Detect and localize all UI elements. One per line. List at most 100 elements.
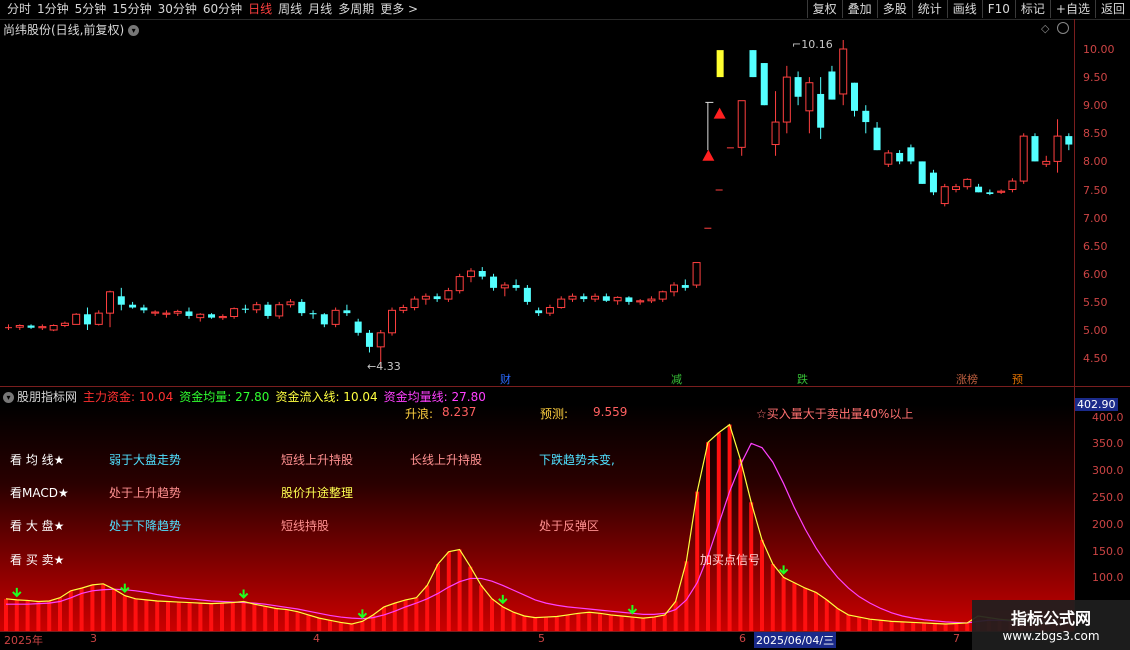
y-axis-line (1074, 19, 1075, 631)
candle-body (320, 314, 328, 325)
buy-signal-text: 加买点信号 (700, 553, 761, 567)
toolbar-button-7[interactable]: +自选 (1049, 0, 1095, 18)
indicator-bar (770, 563, 775, 631)
candle-body (805, 82, 814, 112)
toolbar-button-1[interactable]: 叠加 (841, 0, 877, 18)
candle-body (896, 152, 904, 162)
candlestick-chart[interactable] (0, 20, 1074, 386)
candle-body (444, 290, 453, 300)
indicator-bar (338, 622, 343, 631)
indicator-bar (112, 589, 116, 631)
indicator-bar (554, 616, 559, 631)
indicator-bar (598, 613, 602, 631)
toolbar-button-8[interactable]: 返回 (1094, 0, 1130, 18)
candle-body (647, 298, 656, 302)
indicator-bar (922, 622, 926, 631)
indicator-bar (652, 617, 656, 631)
toolbar-button-0[interactable]: 复权 (806, 0, 842, 18)
period-tab-1[interactable]: 1分钟 (34, 1, 72, 18)
candle-body (670, 284, 679, 293)
period-tab-6[interactable]: 日线 (245, 1, 275, 18)
indicator-name[interactable]: 股朋指标网 (17, 390, 77, 404)
indicator-axis-label: 200.0 (1092, 517, 1124, 531)
top-toolbar: 分时 1分钟 5分钟 15分钟 30分钟 60分钟 日线 周线 月线 多周期 更多 > 复权 叠加 多股… (0, 0, 1130, 20)
indicator-bar (619, 615, 624, 631)
period-tabs: 分时 1分钟 5分钟 15分钟 30分钟 60分钟 日线 周线 月线 多周期 更多 > (4, 1, 421, 18)
watermark: 指标公式网 www.zbgs3.com (972, 600, 1130, 650)
period-tab-8[interactable]: 月线 (305, 1, 335, 18)
candle-body (129, 304, 137, 308)
indicator-bar (446, 551, 451, 631)
low-price-annotation: ←4.33 (367, 360, 401, 373)
shenglang-label: 升浪: (405, 407, 434, 421)
indicator-bar (684, 561, 689, 631)
price-axis-label: 10.00 (1083, 43, 1115, 56)
indicator-bar (846, 614, 851, 631)
candle-body (1065, 136, 1073, 145)
indicator-bar (835, 608, 840, 631)
toolbar-button-4[interactable]: 画线 (946, 0, 982, 18)
low-price-value: 4.33 (376, 360, 401, 373)
indicator-bar (814, 592, 818, 631)
candle-body (568, 295, 577, 300)
candle-body (60, 322, 69, 327)
candle-body (771, 121, 780, 146)
period-tab-5[interactable]: 60分钟 (200, 1, 245, 18)
candle-body (636, 300, 645, 303)
chevron-down-icon[interactable]: ▾ (3, 392, 14, 403)
toolbar-button-3[interactable]: 统计 (911, 0, 947, 18)
indicator-field-0: 主力资金: 10.04 (83, 390, 174, 404)
candle-body (782, 76, 791, 123)
indicator-bar (965, 622, 970, 631)
candle-body (466, 270, 475, 278)
candle-body (83, 314, 91, 325)
toolbar-button-6[interactable]: 标记 (1014, 0, 1050, 18)
price-axis-label: 5.50 (1083, 295, 1108, 309)
period-tab-7[interactable]: 周线 (275, 1, 305, 18)
candle-body (433, 296, 441, 300)
indicator-field-2: 资金流入线: 10.04 (275, 390, 378, 404)
high-price-value: 10.16 (801, 38, 833, 51)
indicator-axis-label: 350.0 (1092, 437, 1124, 451)
candle-body (388, 309, 397, 334)
ma-status-3: 长线上升持股 (410, 453, 483, 467)
indicator-bar (198, 603, 203, 631)
candle-body (1053, 135, 1062, 162)
candle-body (681, 285, 689, 288)
indicator-bar (792, 582, 797, 631)
row-label-trade: 看 买 卖★ (10, 553, 65, 567)
indicator-bar (608, 614, 613, 631)
period-tab-2[interactable]: 5分钟 (72, 1, 110, 18)
candle-body (72, 313, 81, 325)
indicator-bar (47, 600, 52, 631)
event-marker-3: 涨榜 (956, 373, 978, 386)
indicator-bar (900, 621, 905, 631)
indicator-bar (25, 600, 30, 631)
buy-triangle-icon (713, 107, 726, 119)
toolbar-button-5[interactable]: F10 (981, 0, 1015, 18)
candle-body (535, 310, 543, 314)
candle-body (241, 308, 249, 310)
candle-body (15, 325, 24, 328)
candle-body (737, 100, 746, 148)
indicator-bar (155, 600, 160, 631)
period-tab-3[interactable]: 15分钟 (109, 1, 154, 18)
period-tab-0[interactable]: 分时 (4, 1, 34, 18)
indicator-bar (522, 615, 527, 631)
row-label-ma: 看 均 线★ (10, 453, 65, 467)
period-tab-9[interactable]: 多周期 (335, 1, 377, 18)
indicator-bar (479, 585, 484, 631)
event-marker-4: 预 (1012, 373, 1023, 386)
date-label-1: 3 (90, 632, 97, 645)
candle-body (421, 295, 430, 300)
indicator-bar (360, 621, 365, 631)
period-tab-4[interactable]: 30分钟 (155, 1, 200, 18)
candle-body (399, 307, 408, 311)
period-tab-10[interactable]: 更多 > (377, 1, 421, 18)
candle-body (331, 309, 340, 325)
market-status-3: 处于反弹区 (539, 519, 600, 533)
candle-body (715, 189, 723, 191)
toolbar-button-2[interactable]: 多股 (876, 0, 912, 18)
indicator-bar (166, 601, 170, 631)
candle-body (117, 296, 125, 305)
